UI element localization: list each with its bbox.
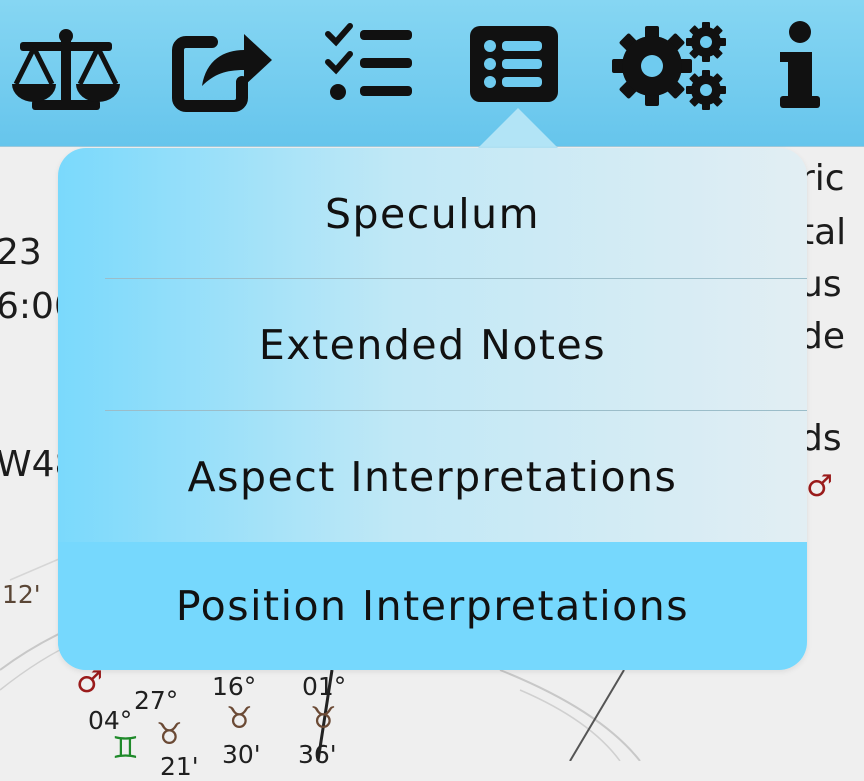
chart-minute-label: 30' <box>222 740 261 769</box>
info-fragment: 23 <box>0 232 42 273</box>
menu-item-extended-notes[interactable]: Extended Notes <box>58 279 807 410</box>
menu-item-position-interpretations[interactable]: Position Interpretations <box>58 542 807 670</box>
mars-glyph-icon: ♂ <box>806 469 833 504</box>
checklist-icon[interactable] <box>324 20 416 112</box>
share-icon[interactable] <box>172 20 276 112</box>
taurus-glyph-icon: ♉ <box>226 701 253 736</box>
chart-degree-label: 12' <box>2 580 41 609</box>
menu-item-aspect-interpretations[interactable]: Aspect Interpretations <box>58 411 807 542</box>
balance-scale-icon[interactable] <box>10 20 122 112</box>
popover-menu: Speculum Extended Notes Aspect Interpret… <box>58 148 807 670</box>
gemini-glyph-icon: ♊ <box>112 731 139 766</box>
menu-item-speculum[interactable]: Speculum <box>58 148 807 279</box>
chart-degree-label: 01° <box>302 672 347 701</box>
taurus-glyph-icon: ♉ <box>156 717 183 752</box>
gears-icon[interactable] <box>612 20 728 112</box>
chart-minute-label: 36' <box>298 740 337 769</box>
chart-degree-label: 16° <box>212 672 257 701</box>
info-icon[interactable] <box>776 20 824 112</box>
popover-arrow <box>478 108 558 148</box>
chart-minute-label: 21' <box>160 752 199 781</box>
chart-degree-label: 27° <box>134 686 179 715</box>
taurus-glyph-icon: ♉ <box>310 701 337 736</box>
toolbar <box>0 0 864 147</box>
list-icon[interactable] <box>470 20 560 112</box>
mars-glyph-icon: ♂ <box>76 665 103 700</box>
